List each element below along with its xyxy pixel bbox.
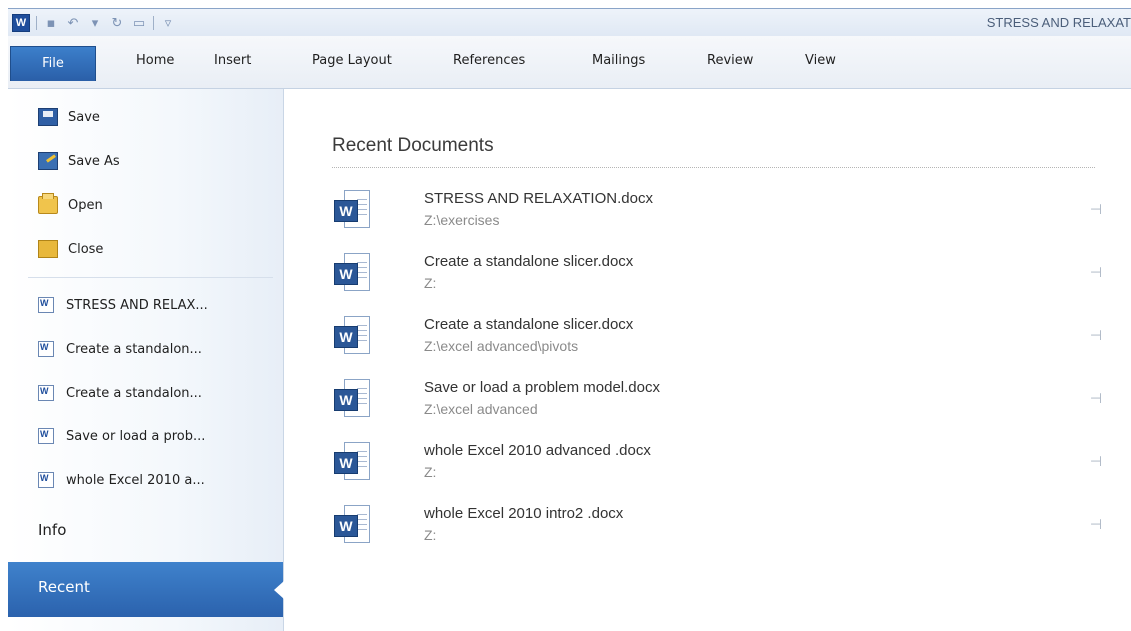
open-label: Open [68, 197, 103, 213]
backstage-nav: Save Save As Open Close STRESS AND RELAX… [8, 89, 284, 631]
word-document-icon [38, 297, 54, 313]
window-title: STRESS AND RELAXAT [986, 15, 1131, 30]
word-app-icon[interactable]: W [12, 14, 30, 32]
document-name: whole Excel 2010 advanced .docx [424, 442, 651, 459]
close-command[interactable]: Close [8, 231, 283, 267]
tab-view[interactable]: View [801, 50, 840, 72]
nav-recent[interactable]: Recent [8, 562, 284, 617]
recent-document-row[interactable]: W Create a standalone slicer.docx Z: ⊣ [334, 247, 1104, 303]
save-as-icon [38, 152, 58, 170]
recent-quick-item[interactable]: Create a standalon... [8, 331, 283, 367]
open-command[interactable]: Open [8, 187, 283, 223]
save-as-command[interactable]: Save As [8, 143, 283, 179]
recent-quick-item[interactable]: Create a standalon... [8, 375, 283, 411]
title-bar: W ▪ ↶ ▾ ↻ ▭ ▿ STRESS AND RELAXAT [8, 8, 1131, 37]
tab-references[interactable]: References [449, 50, 529, 72]
tab-insert[interactable]: Insert [210, 50, 255, 72]
tab-mailings[interactable]: Mailings [588, 50, 649, 72]
quick-access-toolbar: W ▪ ↶ ▾ ↻ ▭ ▿ [12, 13, 176, 33]
word-document-icon [38, 385, 54, 401]
pin-icon[interactable]: ⊣ [1088, 328, 1104, 344]
recent-document-row[interactable]: W STRESS AND RELAXATION.docx Z:\exercise… [334, 184, 1104, 240]
tab-page-layout[interactable]: Page Layout [308, 50, 396, 72]
recent-document-row[interactable]: W whole Excel 2010 intro2 .docx Z: ⊣ [334, 499, 1104, 555]
ribbon-tab-row: File Home Insert Page Layout References … [8, 36, 1131, 89]
word-document-icon: W [334, 379, 372, 421]
heading-divider [332, 167, 1095, 168]
qat-separator [36, 16, 37, 30]
nav-recent-label: Recent [38, 578, 90, 596]
close-label: Close [68, 241, 104, 257]
tab-file[interactable]: File [10, 46, 96, 81]
document-path: Z: [424, 464, 437, 480]
tab-home[interactable]: Home [132, 50, 178, 72]
dropdown-arrow-icon[interactable]: ▾ [87, 16, 103, 31]
undo-icon[interactable]: ↶ [65, 16, 81, 31]
recent-document-row[interactable]: W whole Excel 2010 advanced .docx Z: ⊣ [334, 436, 1104, 492]
new-document-icon[interactable]: ▭ [131, 16, 147, 31]
word-document-icon: W [334, 442, 372, 484]
save-as-label: Save As [68, 153, 120, 169]
nav-divider [28, 277, 273, 278]
qat-separator [153, 16, 154, 30]
word-document-icon: W [334, 190, 372, 232]
save-icon [38, 108, 58, 126]
recent-document-row[interactable]: W Save or load a problem model.docx Z:\e… [334, 373, 1104, 429]
document-name: Save or load a problem model.docx [424, 379, 660, 396]
tab-review[interactable]: Review [703, 50, 757, 72]
recent-document-row[interactable]: W Create a standalone slicer.docx Z:\exc… [334, 310, 1104, 366]
word-document-icon: W [334, 505, 372, 547]
pin-icon[interactable]: ⊣ [1088, 454, 1104, 470]
document-name: Create a standalone slicer.docx [424, 253, 634, 270]
selection-pointer [274, 581, 284, 599]
recent-quick-label: Save or load a prob... [66, 428, 206, 444]
word-document-icon [38, 428, 54, 444]
save-icon[interactable]: ▪ [43, 16, 59, 31]
recent-quick-label: whole Excel 2010 a... [66, 472, 205, 488]
word-document-icon [38, 341, 54, 357]
document-name: whole Excel 2010 intro2 .docx [424, 505, 624, 522]
recent-quick-label: Create a standalon... [66, 385, 202, 401]
save-command[interactable]: Save [8, 99, 283, 135]
close-folder-icon [38, 240, 58, 258]
pin-icon[interactable]: ⊣ [1088, 517, 1104, 533]
pin-icon[interactable]: ⊣ [1088, 202, 1104, 218]
recent-quick-item[interactable]: whole Excel 2010 a... [8, 462, 283, 498]
pin-icon[interactable]: ⊣ [1088, 265, 1104, 281]
recent-documents-heading: Recent Documents [332, 135, 494, 156]
recent-quick-label: Create a standalon... [66, 341, 202, 357]
document-name: Create a standalone slicer.docx [424, 316, 634, 333]
customize-qat-icon[interactable]: ▿ [160, 16, 176, 31]
recent-documents-panel: Recent Documents W STRESS AND RELAXATION… [284, 89, 1131, 631]
recent-quick-item[interactable]: Save or load a prob... [8, 418, 283, 454]
save-label: Save [68, 109, 100, 125]
document-name: STRESS AND RELAXATION.docx [424, 190, 653, 207]
redo-icon[interactable]: ↻ [109, 16, 125, 31]
document-path: Z: [424, 275, 437, 291]
recent-quick-label: STRESS AND RELAX... [66, 297, 208, 313]
word-window: W ▪ ↶ ▾ ↻ ▭ ▿ STRESS AND RELAXAT File Ho… [8, 8, 1131, 631]
pin-icon[interactable]: ⊣ [1088, 391, 1104, 407]
document-path: Z:\excel advanced\pivots [424, 338, 579, 354]
open-folder-icon [38, 193, 58, 214]
word-document-icon: W [334, 316, 372, 358]
recent-quick-item[interactable]: STRESS AND RELAX... [8, 287, 283, 323]
word-document-icon: W [334, 253, 372, 295]
word-document-icon [38, 472, 54, 488]
nav-info[interactable]: Info [38, 521, 66, 539]
document-path: Z:\excel advanced [424, 401, 538, 417]
document-path: Z: [424, 527, 437, 543]
document-path: Z:\exercises [424, 212, 500, 228]
